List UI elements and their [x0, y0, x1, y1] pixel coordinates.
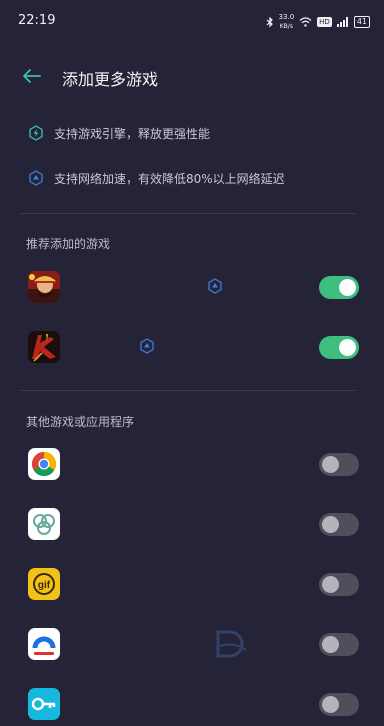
engine-shield-icon [29, 125, 43, 141]
toggle-knob [339, 339, 356, 356]
app-toggle[interactable] [319, 336, 359, 359]
list-item[interactable] [0, 622, 384, 666]
battery-icon: 41 [353, 16, 370, 28]
status-time: 22:19 [18, 13, 56, 28]
wifi-icon [299, 17, 312, 27]
app-toggle[interactable] [319, 276, 359, 299]
app-toggle[interactable] [319, 513, 359, 536]
divider [20, 390, 356, 391]
divider [20, 213, 356, 214]
list-item[interactable] [0, 682, 384, 726]
hd-badge: HD [317, 17, 332, 27]
feature-engine: 支持游戏引擎，释放更强性能 [28, 123, 210, 143]
gif-app-icon: gif [28, 568, 60, 600]
net-speed: 33.0 KB/s [278, 13, 295, 30]
status-icons: 33.0 KB/s HD 41 [266, 13, 370, 31]
feature-network: 支持网络加速，有效降低80%以上网络延迟 [28, 168, 285, 188]
knot-app-icon [28, 508, 60, 540]
martial-arts-game-icon [28, 331, 60, 363]
list-item[interactable] [0, 325, 384, 369]
list-item[interactable]: gif [0, 562, 384, 606]
list-item[interactable] [0, 442, 384, 486]
app-toggle[interactable] [319, 693, 359, 716]
app-toggle[interactable] [319, 633, 359, 656]
app-toggle[interactable] [319, 453, 359, 476]
toggle-knob [322, 636, 339, 653]
network-boost-icon [140, 338, 154, 354]
toggle-knob [322, 696, 339, 713]
toggle-knob [322, 456, 339, 473]
bluetooth-icon [266, 16, 273, 27]
chrome-icon [28, 448, 60, 480]
header: 添加更多游戏 [0, 56, 384, 96]
feature-network-text: 支持网络加速，有效降低80%以上网络延迟 [54, 171, 285, 186]
toggle-knob [339, 279, 356, 296]
app-toggle[interactable] [319, 573, 359, 596]
network-boost-icon [29, 170, 43, 186]
blue-arc-app-icon [28, 628, 60, 660]
svg-text:gif: gif [38, 580, 51, 591]
key-app-icon [28, 688, 60, 720]
section-title-others: 其他游戏或应用程序 [26, 415, 135, 429]
network-boost-icon [208, 278, 222, 294]
section-title-recommended: 推荐添加的游戏 [26, 237, 111, 251]
page-title: 添加更多游戏 [62, 70, 159, 89]
signal-icon [336, 17, 348, 27]
list-item[interactable] [0, 502, 384, 546]
watermark-logo-icon [215, 630, 247, 658]
list-item[interactable] [0, 265, 384, 309]
feature-engine-text: 支持游戏引擎，释放更强性能 [54, 126, 211, 141]
back-arrow-icon[interactable] [20, 64, 44, 88]
toggle-knob [322, 576, 339, 593]
toggle-knob [322, 516, 339, 533]
status-bar: 22:19 33.0 KB/s HD 41 [0, 0, 384, 40]
one-piece-game-icon [28, 271, 60, 303]
